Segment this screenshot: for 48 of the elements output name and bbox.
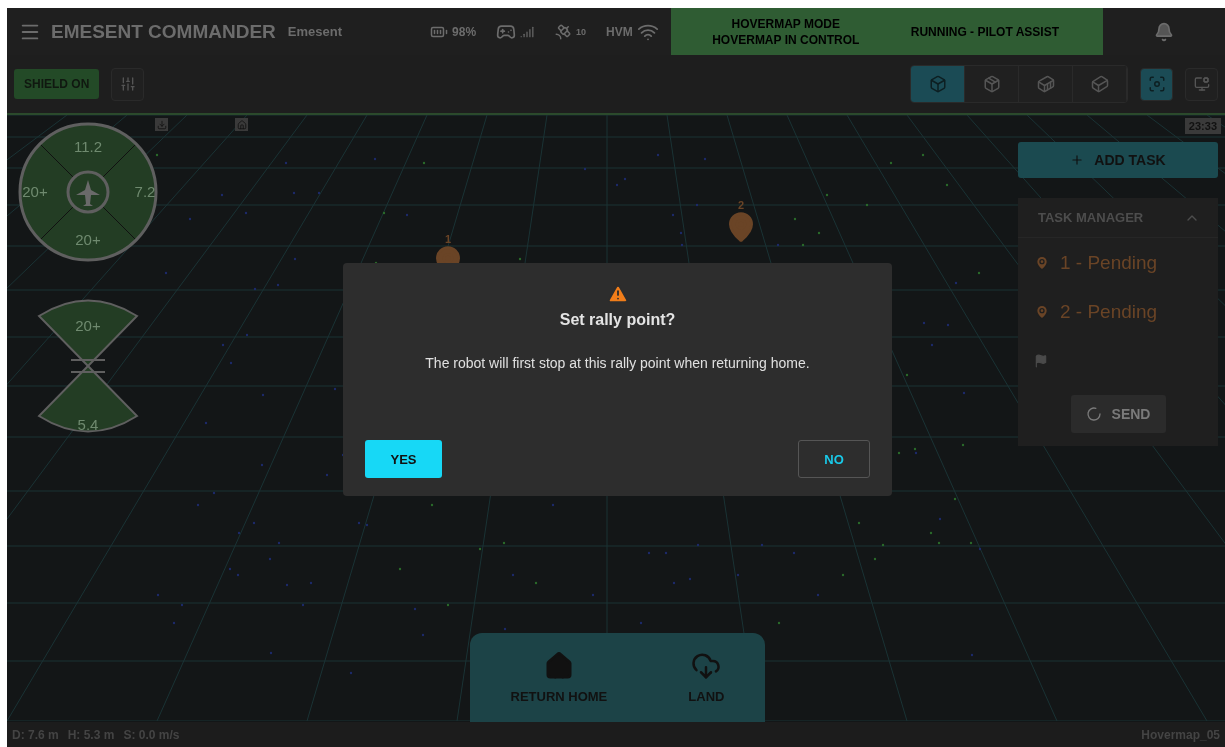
link-name: HVM bbox=[606, 24, 633, 39]
up-distance: 20+ bbox=[75, 317, 101, 334]
monitor-icon bbox=[1193, 76, 1210, 92]
sliders-button[interactable] bbox=[111, 67, 145, 101]
battery-level: 98% bbox=[452, 24, 477, 39]
yes-button[interactable]: YES bbox=[365, 440, 442, 478]
down-distance: 5.4 bbox=[77, 416, 99, 433]
no-button[interactable]: NO bbox=[798, 440, 870, 478]
cube-icon bbox=[928, 75, 947, 93]
focus-icon bbox=[1147, 75, 1166, 93]
view-button[interactable] bbox=[911, 66, 965, 102]
download-icon[interactable] bbox=[155, 118, 168, 131]
task-item[interactable]: 1 - Pending bbox=[1060, 251, 1158, 274]
cube-icon bbox=[1036, 75, 1055, 93]
front-distance: 11.2 bbox=[73, 138, 103, 155]
signal-icon bbox=[520, 24, 535, 39]
organization-name: Emesent bbox=[287, 24, 343, 39]
satellite-icon bbox=[554, 22, 573, 41]
monitor-button[interactable] bbox=[1185, 67, 1218, 101]
map-pin-icon bbox=[1034, 254, 1050, 271]
home-icon[interactable] bbox=[235, 118, 248, 131]
notification-icon[interactable] bbox=[1153, 21, 1174, 42]
plane-icon bbox=[76, 180, 100, 206]
cube-icon bbox=[982, 75, 1001, 93]
plus-icon bbox=[1070, 153, 1085, 167]
mode-text: HOVERMAP IN CONTROL bbox=[712, 32, 860, 47]
map-pin-icon bbox=[1034, 303, 1050, 320]
cloud-download-icon bbox=[691, 651, 722, 681]
marker-number: 1 bbox=[444, 233, 452, 245]
house-icon bbox=[543, 651, 574, 681]
add-task-button[interactable]: ADD TASK bbox=[1018, 142, 1218, 178]
right-distance: 7.2 bbox=[134, 183, 156, 200]
sliders-icon bbox=[119, 76, 136, 92]
warning-icon bbox=[606, 283, 629, 305]
dialog-title: Set rally point? bbox=[559, 311, 676, 329]
flag-icon[interactable] bbox=[1034, 353, 1048, 368]
run-status: RUNNING - PILOT ASSIST bbox=[910, 24, 1059, 39]
dialog-message: The robot will first stop at this rally point when returning home. bbox=[425, 355, 810, 371]
back-distance: 20+ bbox=[75, 231, 101, 248]
mode-text: HOVERMAP MODE bbox=[731, 16, 840, 31]
marker-number: 2 bbox=[737, 199, 745, 211]
focus-button[interactable] bbox=[1140, 67, 1173, 101]
satellite-count: 10 bbox=[576, 26, 587, 37]
cube-icon bbox=[1090, 75, 1109, 93]
left-distance: 20+ bbox=[22, 183, 48, 200]
app-title: EMESENT COMMANDER bbox=[51, 20, 276, 43]
task-item[interactable]: 2 - Pending bbox=[1060, 300, 1158, 323]
spinner-icon bbox=[1085, 406, 1102, 422]
